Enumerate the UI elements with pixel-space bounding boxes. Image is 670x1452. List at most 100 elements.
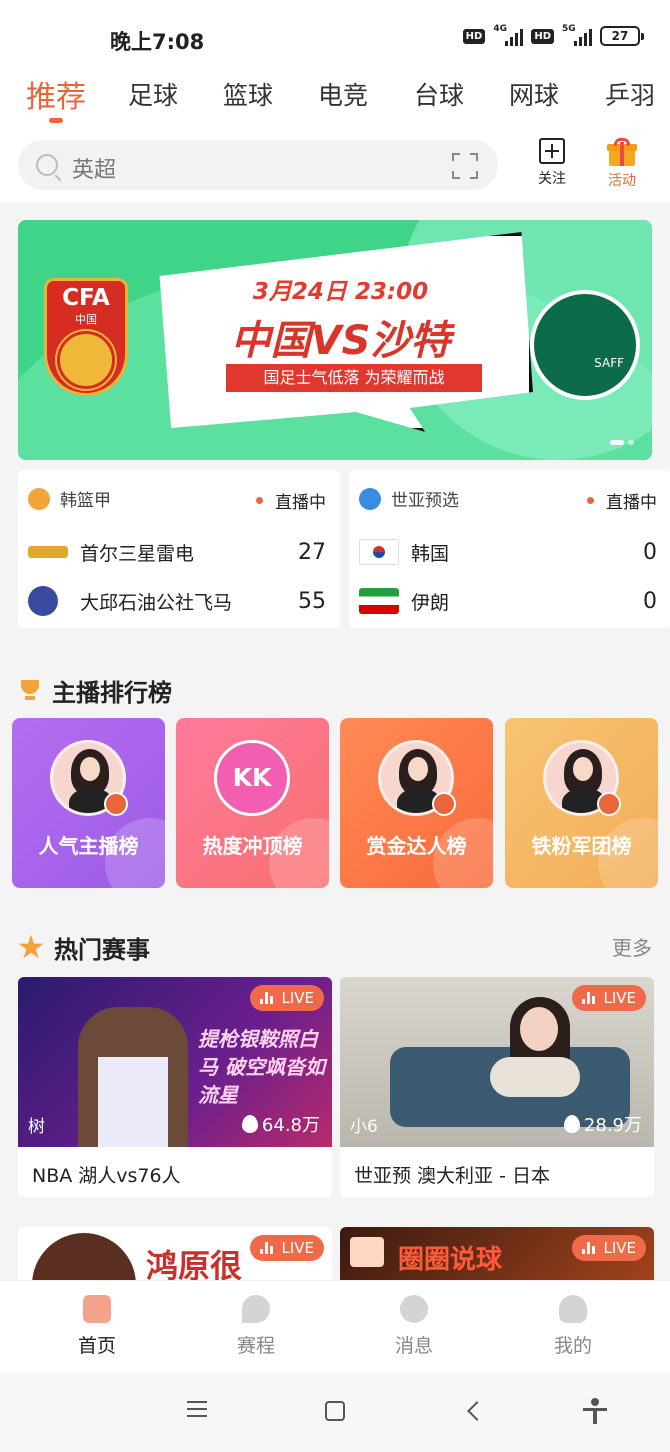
event-title: NBA 湖人vs76人: [32, 1165, 181, 1187]
heat-ranking-card[interactable]: KK 热度冲顶榜: [176, 718, 329, 888]
active-tab-indicator: [49, 118, 63, 123]
team-score: 0: [643, 588, 657, 614]
status-time: 晚上7:08: [110, 30, 205, 54]
team-name: 韩国: [411, 542, 450, 565]
status-icons: HD 4G HD 5G 27: [462, 24, 644, 46]
team-score: 0: [643, 539, 657, 565]
stream-thumbnail: 鸿原很 LIVE: [18, 1227, 332, 1287]
location-pin-icon: [242, 1295, 270, 1323]
square-icon: [325, 1401, 345, 1421]
team-name: 伊朗: [411, 591, 450, 614]
team-name: 首尔三星雷电: [80, 542, 195, 565]
hot-event-card[interactable]: 圈圈说球 LIVE: [340, 1227, 654, 1287]
more-link[interactable]: 更多: [612, 932, 652, 961]
stream-thumbnail: 提枪银鞍照白马 破空飒沓如流星 LIVE 树 64.8万: [18, 977, 332, 1147]
team-row: 韩国 0: [359, 537, 657, 567]
hot-event-card[interactable]: 提枪银鞍照白马 破空飒沓如流星 LIVE 树 64.8万 NBA 湖人vs76人: [18, 977, 332, 1197]
iran-flag-icon: [359, 588, 399, 614]
star-icon: [18, 934, 44, 959]
popular-streamer-ranking-card[interactable]: 人气主播榜: [12, 718, 165, 888]
gift-icon: [607, 138, 637, 166]
nav-home[interactable]: 首页: [52, 1295, 142, 1358]
live-match-card[interactable]: 世亚预选 直播中 韩国 0 伊朗 0: [349, 470, 670, 628]
live-bars-icon: [582, 1242, 596, 1254]
follow-button[interactable]: 关注: [522, 138, 582, 188]
menu-icon[interactable]: [182, 1396, 212, 1426]
live-dot-icon: [256, 497, 263, 504]
rank-badge-icon: [104, 792, 128, 816]
kk-logo: KK: [214, 740, 290, 816]
league-name: 韩篮甲: [60, 491, 111, 511]
section-title: 热门赛事: [54, 936, 150, 964]
signal-icon: 4G: [493, 24, 524, 46]
live-badge: LIVE: [250, 1235, 324, 1261]
live-bars-icon: [582, 992, 596, 1004]
rank-badge-icon: [597, 792, 621, 816]
ranking-section-header: 主播排行榜: [18, 673, 172, 708]
hd-badge: HD: [462, 28, 486, 44]
hot-event-card[interactable]: 鸿原很 LIVE: [18, 1227, 332, 1287]
live-status: 直播中: [275, 493, 326, 513]
bottom-nav: 首页 赛程 消息 我的: [0, 1280, 670, 1372]
tab-esports[interactable]: 电竞: [318, 76, 368, 112]
nav-profile[interactable]: 我的: [528, 1295, 618, 1358]
team-logo: [28, 546, 68, 558]
live-dot-icon: [587, 497, 594, 504]
team-logo: [28, 586, 58, 616]
bounty-ranking-card[interactable]: 赏金达人榜: [340, 718, 493, 888]
promo-banner[interactable]: CFA 中国 3月24日 23:00 中国VS沙特 国足士气低落 为荣耀而战 S…: [18, 220, 652, 460]
carousel-dots: [610, 440, 634, 445]
back-button[interactable]: [462, 1396, 492, 1426]
home-button[interactable]: [320, 1396, 350, 1426]
battery-icon: 27: [600, 26, 644, 46]
flame-icon: [563, 1115, 580, 1133]
scan-icon[interactable]: [452, 153, 478, 179]
hot-events-section-header: 热门赛事: [18, 930, 150, 965]
thumbnail-slogan: 提枪银鞍照白马 破空飒沓如流星: [198, 1027, 325, 1107]
streamer-name: 树: [28, 1117, 45, 1137]
hd-badge: HD: [531, 28, 554, 44]
banner-subtitle: 国足士气低落 为荣耀而战: [226, 364, 482, 392]
live-bars-icon: [260, 992, 274, 1004]
team-name: 大邱石油公社飞马: [80, 591, 233, 614]
tab-football[interactable]: 足球: [128, 76, 178, 112]
team-row: 大邱石油公社飞马 55: [28, 586, 326, 616]
search-row: 英超 关注 活动: [0, 130, 670, 202]
live-status: 直播中: [606, 493, 657, 513]
live-bars-icon: [260, 1242, 274, 1254]
live-match-card[interactable]: 韩篮甲 直播中 首尔三星雷电 27 大邱石油公社飞马 55: [18, 470, 340, 628]
popularity: 64.8万: [241, 1111, 320, 1137]
league-name: 世亚预选: [391, 491, 459, 511]
activity-label: 活动: [608, 173, 636, 189]
signal-icon: 5G: [562, 24, 592, 46]
activity-button[interactable]: 活动: [592, 138, 652, 190]
fan-army-ranking-card[interactable]: 铁粉军团榜: [505, 718, 658, 888]
live-badge: LIVE: [572, 985, 646, 1011]
event-title: 世亚预 澳大利亚 - 日本: [354, 1165, 550, 1187]
thumbnail-slogan: 圈圈说球: [398, 1245, 503, 1275]
nav-schedule[interactable]: 赛程: [211, 1295, 301, 1358]
trophy-icon: [18, 679, 42, 702]
cfa-logo: CFA 中国: [44, 278, 128, 396]
search-input[interactable]: 英超: [18, 140, 498, 190]
back-arrow-icon: [467, 1401, 487, 1421]
tab-tennis[interactable]: 网球: [509, 76, 559, 112]
tab-table-tennis-badminton[interactable]: 乒羽: [605, 76, 655, 112]
live-badge: LIVE: [572, 1235, 646, 1261]
tab-billiards[interactable]: 台球: [414, 76, 464, 112]
system-nav-bar: [0, 1372, 670, 1452]
section-title: 主播排行榜: [52, 679, 172, 707]
nav-messages[interactable]: 消息: [369, 1295, 459, 1358]
accessibility-icon[interactable]: [580, 1396, 610, 1426]
team-score: 55: [298, 588, 326, 614]
ranking-label: 人气主播榜: [38, 834, 139, 858]
team-row: 伊朗 0: [359, 586, 657, 616]
football-icon: [359, 487, 381, 510]
flame-icon: [241, 1115, 258, 1133]
megaphone-icon: [350, 1237, 384, 1267]
tab-basketball[interactable]: 篮球: [223, 76, 273, 112]
hot-event-card[interactable]: LIVE 小6 28.9万 世亚预 澳大利亚 - 日本: [340, 977, 654, 1197]
tab-recommend[interactable]: 推荐: [26, 72, 86, 116]
team-score: 27: [298, 539, 326, 565]
rank-badge-icon: [432, 792, 456, 816]
